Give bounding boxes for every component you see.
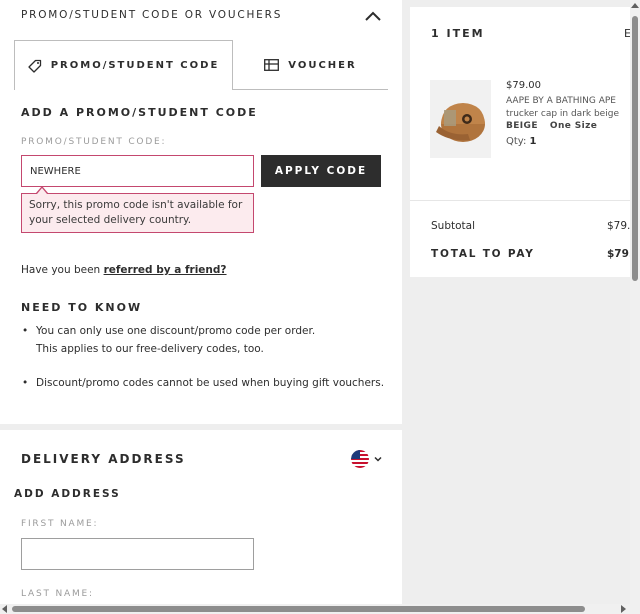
voucher-icon — [264, 59, 280, 71]
qty-label: Qty: — [506, 136, 527, 147]
tab-promo-label: PROMO/STUDENT CODE — [50, 60, 220, 71]
scroll-up-arrow[interactable] — [631, 3, 639, 8]
apply-code-button[interactable]: APPLY CODE — [261, 155, 381, 187]
checkout-left-column: PROMO/STUDENT CODE OR VOUCHERS PROMO/STU… — [0, 0, 402, 604]
product-variants: BEIGE One Size — [506, 121, 597, 131]
first-name-field[interactable] — [21, 538, 254, 570]
tag-icon — [28, 59, 41, 73]
note-line: This applies to our free-delivery codes,… — [36, 343, 264, 355]
product-name[interactable]: AAPE BY A BATHING APE trucker cap in dar… — [506, 95, 630, 121]
scroll-left-arrow[interactable] — [2, 605, 7, 613]
promo-code-label: PROMO/STUDENT CODE: — [21, 137, 167, 147]
tab-promo-student-code[interactable]: PROMO/STUDENT CODE — [14, 40, 233, 90]
promo-panel: PROMO/STUDENT CODE OR VOUCHERS PROMO/STU… — [0, 0, 402, 424]
add-address-heading: ADD ADDRESS — [14, 488, 121, 500]
product-image[interactable] — [430, 80, 491, 158]
product-quantity: Qty: 1 — [506, 136, 537, 147]
subtotal-label: Subtotal — [431, 220, 475, 232]
tab-voucher-label: VOUCHER — [288, 59, 357, 71]
vertical-scroll-thumb[interactable] — [632, 16, 638, 281]
promo-error-message: Sorry, this promo code isn't available f… — [21, 193, 254, 233]
first-name-label: FIRST NAME: — [21, 519, 99, 529]
summary-divider — [410, 200, 630, 201]
horizontal-scrollbar[interactable] — [0, 604, 640, 614]
vertical-scrollbar[interactable] — [630, 0, 640, 604]
promo-tabs: PROMO/STUDENT CODE VOUCHER — [14, 40, 388, 90]
horizontal-scroll-thumb[interactable] — [12, 606, 585, 612]
total-to-pay-label: TOTAL TO PAY — [431, 248, 535, 260]
referral-text: Have you been referred by a friend? — [21, 264, 227, 276]
promo-code-input[interactable] — [21, 155, 254, 187]
qty-value: 1 — [529, 136, 537, 147]
referral-link[interactable]: referred by a friend? — [104, 264, 227, 276]
list-item: You can only use one discount/promo code… — [21, 322, 391, 358]
country-selector[interactable] — [351, 450, 383, 468]
us-flag-icon — [351, 450, 369, 468]
item-count: 1 ITEM — [431, 27, 485, 40]
product-colour: BEIGE — [506, 121, 538, 131]
need-to-know-heading: NEED TO KNOW — [21, 301, 143, 314]
note-line: Discount/promo codes cannot be used when… — [36, 377, 385, 389]
promo-section-title: PROMO/STUDENT CODE OR VOUCHERS — [21, 9, 283, 21]
need-to-know-list: You can only use one discount/promo code… — [21, 322, 391, 392]
list-item: Discount/promo codes cannot be used when… — [21, 374, 391, 392]
error-pointer-fill — [37, 188, 47, 194]
chevron-down-icon — [374, 456, 382, 462]
order-summary: 1 ITEM E $79.00 AAPE BY A BATHING APE tr… — [410, 7, 630, 277]
delivery-panel: DELIVERY ADDRESS ADD ADDRESS FIRST NAME: — [0, 430, 402, 604]
last-name-label: LAST NAME: — [21, 589, 94, 599]
delivery-address-heading: DELIVERY ADDRESS — [21, 452, 186, 466]
tab-voucher[interactable]: VOUCHER — [233, 40, 388, 90]
total-to-pay-value: $79. — [607, 248, 630, 260]
add-promo-heading: ADD A PROMO/STUDENT CODE — [21, 106, 258, 119]
chevron-up-icon[interactable] — [364, 9, 382, 23]
scroll-right-arrow[interactable] — [621, 605, 626, 613]
product-size: One Size — [549, 121, 598, 131]
note-line: You can only use one discount/promo code… — [36, 325, 316, 337]
product-price: $79.00 — [506, 80, 541, 91]
referral-prefix: Have you been — [21, 264, 104, 276]
subtotal-value: $79. — [607, 220, 630, 232]
